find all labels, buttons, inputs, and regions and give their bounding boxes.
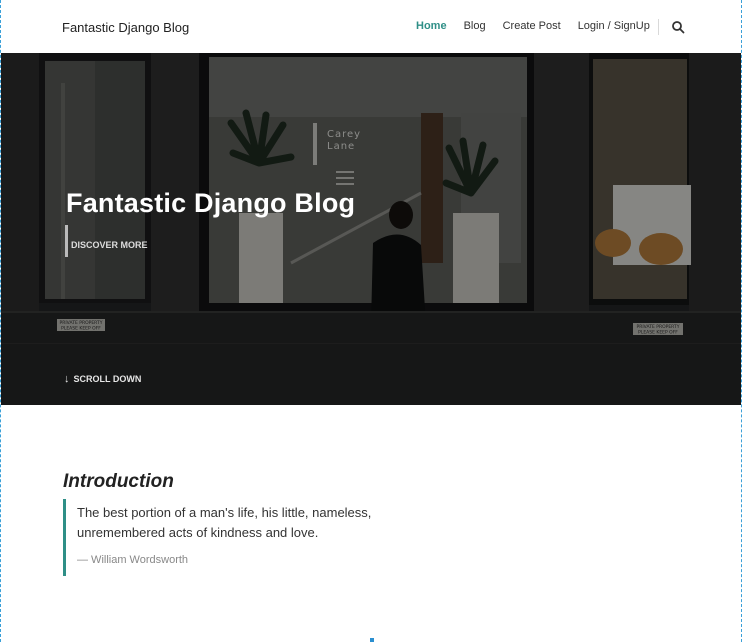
section-heading: Introduction — [63, 471, 174, 492]
nav-link-login-signup[interactable]: Login / SignUp — [578, 20, 650, 32]
nav-link-create-post[interactable]: Create Post — [503, 20, 561, 32]
search-button[interactable] — [671, 20, 685, 34]
arrow-down-icon: ↓ — [64, 373, 70, 385]
nav-divider — [658, 19, 659, 35]
hero-banner: Carey Lane PRIVATE PROPERTY PLEASE KEEP … — [1, 53, 741, 405]
nav-links: Home Blog Create Post Login / SignUp — [416, 20, 667, 32]
nav-link-home[interactable]: Home — [416, 20, 447, 32]
selection-handle-bottom — [370, 638, 374, 642]
scroll-down-link[interactable]: ↓ SCROLL DOWN — [64, 373, 141, 385]
quote-author: — William Wordsworth — [77, 554, 189, 566]
quote-text: The best portion of a man's life, his li… — [77, 505, 372, 540]
browser-viewport: Fantastic Django Blog Home Blog Create P… — [0, 0, 742, 642]
scroll-down-label: SCROLL DOWN — [73, 374, 142, 384]
quote-block: The best portion of a man's life, his li… — [63, 499, 403, 576]
hero-title: Fantastic Django Blog — [66, 188, 356, 218]
site-brand[interactable]: Fantastic Django Blog — [62, 20, 189, 35]
search-icon — [672, 21, 685, 34]
discover-more-button[interactable]: DISCOVER MORE — [65, 225, 148, 257]
nav-link-blog[interactable]: Blog — [464, 20, 486, 32]
top-navbar: Fantastic Django Blog Home Blog Create P… — [1, 0, 741, 54]
